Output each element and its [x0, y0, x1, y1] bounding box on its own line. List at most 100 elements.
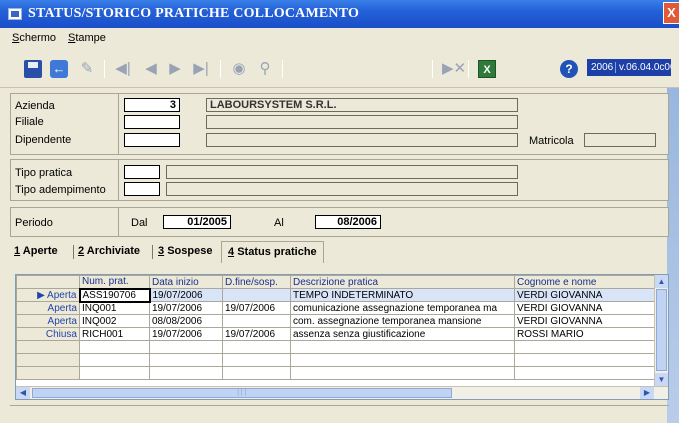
cell-desc[interactable]: TEMPO INDETERMINATO [290, 288, 515, 302]
tab-aperte[interactable]: 1 Aperte [14, 245, 58, 257]
row-selector-icon: ▶ [37, 289, 45, 301]
status-bar [10, 405, 669, 419]
dipendente-name-field [206, 133, 518, 147]
column-header[interactable]: Cognome e nome [514, 275, 663, 289]
cell-empty[interactable] [290, 366, 515, 380]
last-record-icon[interactable]: ▶| [192, 60, 210, 78]
cell-num[interactable]: INQ001 [79, 301, 150, 315]
column-header[interactable]: Descrizione pratica [290, 275, 515, 289]
cell-desc[interactable]: comunicazione assegnazione temporanea ma [290, 301, 515, 315]
horizontal-scrollbar[interactable]: ◀ │││ ▶ [16, 386, 668, 399]
table-row-empty[interactable] [16, 366, 663, 380]
filiale-name-field [206, 115, 518, 129]
cell-end[interactable] [222, 288, 291, 302]
cell-start[interactable]: 19/07/2006 [149, 288, 223, 302]
help-icon[interactable]: ? [560, 60, 578, 78]
column-header[interactable]: Data inizio [149, 275, 223, 289]
scroll-down-icon[interactable]: ▼ [655, 373, 668, 386]
table-row[interactable]: ▶ Aperta ASS190706 19/07/2006 TEMPO INDE… [16, 287, 663, 303]
tab-label: Aperte [22, 245, 58, 257]
column-header[interactable]: D.fine/sosp. [222, 275, 291, 289]
edit-icon[interactable]: ✎ [78, 60, 96, 78]
tipo-pratica-code-input[interactable] [124, 165, 160, 179]
close-button[interactable]: X [663, 2, 679, 24]
table-row[interactable]: Aperta INQ001 19/07/2006 19/07/2006 comu… [16, 301, 663, 315]
vertical-scrollbar[interactable]: ▲ ▼ [654, 275, 668, 386]
scroll-up-icon[interactable]: ▲ [655, 275, 668, 288]
cell-name[interactable]: VERDI GIOVANNA [514, 288, 663, 302]
cell-empty[interactable] [222, 340, 291, 354]
cell-end[interactable]: 19/07/2006 [222, 301, 291, 315]
tab-separator [152, 245, 153, 259]
cell-num[interactable]: INQ002 [79, 314, 150, 328]
tab-label: Archiviate [86, 245, 140, 257]
window-title: STATUS/STORICO PRATICHE COLLOCAMENTO [28, 6, 360, 21]
cell-end[interactable]: 19/07/2006 [222, 327, 291, 341]
dipendente-code-input[interactable] [124, 133, 180, 147]
cell-empty[interactable] [222, 366, 291, 380]
column-header[interactable]: Num. prat. [79, 275, 150, 289]
cell-start[interactable]: 19/07/2006 [149, 327, 223, 341]
tipo-adempimento-code-input[interactable] [124, 182, 160, 196]
cell-empty[interactable] [290, 353, 515, 367]
cell-empty[interactable] [514, 340, 663, 354]
tab-status-pratiche[interactable]: 4 Status pratiche [221, 241, 324, 263]
filiale-code-input[interactable] [124, 115, 180, 129]
save-icon[interactable] [24, 60, 42, 78]
zoom-icon[interactable]: ⚲ [256, 60, 274, 78]
cell-num[interactable]: RICH001 [79, 327, 150, 341]
tipo-pratica-label: Tipo pratica [15, 167, 73, 179]
matricola-label: Matricola [529, 135, 574, 147]
cell-name[interactable]: VERDI GIOVANNA [514, 314, 663, 328]
cell-end[interactable] [222, 314, 291, 328]
cancel-filter-icon[interactable]: ▶✕ [442, 60, 466, 78]
cell-name[interactable]: VERDI GIOVANNA [514, 301, 663, 315]
next-record-icon[interactable]: ▶ [166, 60, 184, 78]
cell-empty[interactable] [222, 353, 291, 367]
cell-desc[interactable]: assenza senza giustificazione [290, 327, 515, 341]
menu-stampe[interactable]: Stampe [68, 32, 106, 44]
cell-empty[interactable] [514, 366, 663, 380]
tipo-adempimento-label: Tipo adempimento [15, 184, 106, 196]
header-status-column [16, 275, 80, 289]
period-from-input[interactable]: 01/2005 [163, 215, 231, 229]
scroll-thumb[interactable]: │││ [32, 388, 452, 398]
cell-empty[interactable] [514, 353, 663, 367]
tab-sospese[interactable]: 3 Sospese [158, 245, 212, 257]
back-icon[interactable]: ← [50, 60, 68, 78]
cell-empty[interactable] [149, 353, 223, 367]
cell-empty[interactable] [79, 353, 150, 367]
cell-start[interactable]: 19/07/2006 [149, 301, 223, 315]
table-row[interactable]: Aperta INQ002 08/08/2006 com. assegnazio… [16, 314, 663, 328]
table-row-empty[interactable] [16, 353, 663, 367]
azienda-code-input[interactable]: 3 [124, 98, 180, 112]
scroll-right-icon[interactable]: ▶ [640, 387, 654, 399]
table-row[interactable]: Chiusa RICH001 19/07/2006 19/07/2006 ass… [16, 327, 663, 341]
scroll-thumb[interactable] [656, 289, 667, 371]
period-to-input[interactable]: 08/2006 [315, 215, 381, 229]
cell-empty[interactable] [149, 366, 223, 380]
scroll-left-icon[interactable]: ◀ [16, 387, 30, 399]
cell-empty[interactable] [79, 366, 150, 380]
prev-record-icon[interactable]: ◀ [142, 60, 160, 78]
cell-empty[interactable] [149, 340, 223, 354]
matricola-field [584, 133, 656, 147]
menu-schermo[interactable]: Schermo [12, 32, 56, 44]
cell-name[interactable]: ROSSI MARIO [514, 327, 663, 341]
dal-label: Dal [131, 217, 148, 229]
cell-empty[interactable] [79, 340, 150, 354]
cell-empty[interactable] [290, 340, 515, 354]
table-row-empty[interactable] [16, 340, 663, 354]
tab-archiviate[interactable]: 2 Archiviate [78, 245, 140, 257]
row-status: Aperta [16, 314, 80, 328]
cell-num[interactable]: ASS190706 [78, 287, 151, 303]
tab-label: Status pratiche [237, 246, 317, 258]
excel-icon[interactable]: X [478, 60, 496, 78]
cell-start[interactable]: 08/08/2006 [149, 314, 223, 328]
binoculars-icon[interactable]: ◉ [230, 60, 248, 78]
cell-desc[interactable]: com. assegnazione temporanea mansione [290, 314, 515, 328]
first-record-icon[interactable]: ◀| [114, 60, 132, 78]
tab-separator [73, 245, 74, 259]
practices-grid[interactable]: Num. prat. Data inizio D.fine/sosp. Desc… [15, 274, 669, 400]
version-label: 2006 v.06.04.0c00 [587, 59, 671, 76]
